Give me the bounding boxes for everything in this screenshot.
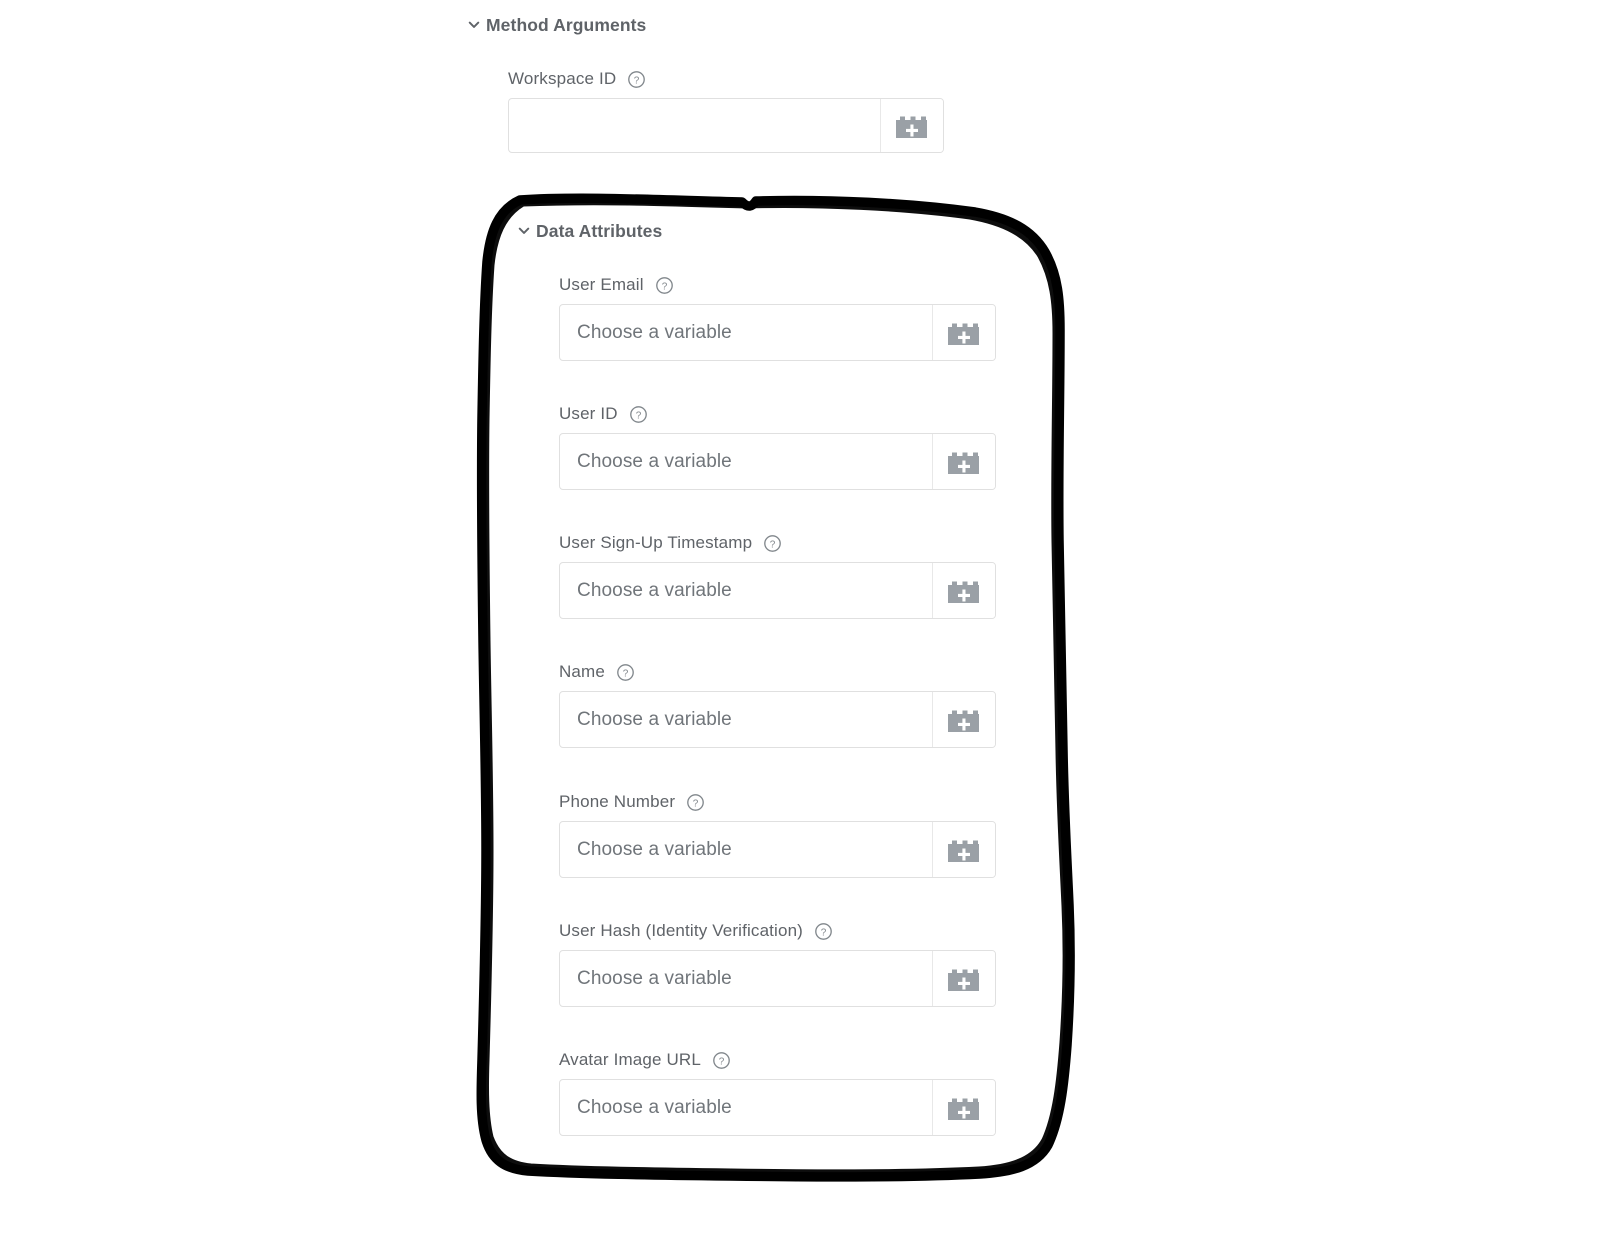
input-user-hash[interactable]: Choose a variable xyxy=(560,951,932,1006)
variable-picker-lego-icon[interactable] xyxy=(932,1080,995,1135)
section-header-data-attributes[interactable]: Data Attributes xyxy=(512,218,662,244)
section-header-method-arguments[interactable]: Method Arguments xyxy=(462,12,646,38)
variable-picker-lego-icon[interactable] xyxy=(932,563,995,618)
field-label-user-hash: User Hash (Identity Verification) xyxy=(559,921,803,940)
svg-text:?: ? xyxy=(693,798,699,809)
input-user-signup-timestamp[interactable]: Choose a variable xyxy=(560,563,932,618)
field-user-id: User ID ? Choose a variable xyxy=(559,403,996,490)
field-label-row-user-hash: User Hash (Identity Verification) ? xyxy=(559,920,996,942)
input-user-id[interactable]: Choose a variable xyxy=(560,434,932,489)
chevron-down-icon[interactable] xyxy=(512,219,536,243)
variable-picker-lego-icon[interactable] xyxy=(932,305,995,360)
field-label-row-user-email: User Email ? xyxy=(559,274,996,296)
section-data-attributes: Data Attributes xyxy=(512,218,662,244)
svg-text:?: ? xyxy=(661,281,667,292)
field-phone-number: Phone Number ? Choose a variable xyxy=(559,791,996,878)
field-name: Name ? Choose a variable xyxy=(559,661,996,748)
input-wrap-user-id[interactable]: Choose a variable xyxy=(559,433,996,490)
svg-text:?: ? xyxy=(821,927,827,938)
input-wrap-user-email[interactable]: Choose a variable xyxy=(559,304,996,361)
variable-picker-lego-icon[interactable] xyxy=(932,434,995,489)
help-circle-icon[interactable]: ? xyxy=(686,793,705,812)
input-wrap-user-hash[interactable]: Choose a variable xyxy=(559,950,996,1007)
input-wrap-user-signup-timestamp[interactable]: Choose a variable xyxy=(559,562,996,619)
input-workspace-id[interactable] xyxy=(509,99,880,152)
field-user-signup-timestamp: User Sign-Up Timestamp ? Choose a variab… xyxy=(559,532,996,619)
input-wrap-phone-number[interactable]: Choose a variable xyxy=(559,821,996,878)
input-wrap-name[interactable]: Choose a variable xyxy=(559,691,996,748)
help-circle-icon[interactable]: ? xyxy=(712,1051,731,1070)
field-label-avatar-image-url: Avatar Image URL xyxy=(559,1050,701,1069)
field-user-hash: User Hash (Identity Verification) ? Choo… xyxy=(559,920,996,1007)
field-label-phone-number: Phone Number xyxy=(559,792,676,811)
input-user-email[interactable]: Choose a variable xyxy=(560,305,932,360)
field-label-user-email: User Email xyxy=(559,275,644,294)
field-label-user-id: User ID xyxy=(559,404,618,423)
variable-picker-lego-icon[interactable] xyxy=(932,822,995,877)
section-title-data-attributes: Data Attributes xyxy=(536,220,663,241)
field-label-row-workspace-id: Workspace ID ? xyxy=(508,68,944,90)
input-wrap-workspace-id[interactable] xyxy=(508,98,944,153)
field-avatar-image-url: Avatar Image URL ? Choose a variable xyxy=(559,1049,996,1136)
help-circle-icon[interactable]: ? xyxy=(616,663,635,682)
field-label-workspace-id: Workspace ID xyxy=(508,69,617,88)
help-circle-icon[interactable]: ? xyxy=(629,405,648,424)
help-circle-icon[interactable]: ? xyxy=(627,70,646,89)
field-label-name: Name xyxy=(559,662,605,681)
field-label-row-name: Name ? xyxy=(559,661,996,683)
variable-picker-lego-icon[interactable] xyxy=(880,99,943,152)
field-label-row-user-signup-timestamp: User Sign-Up Timestamp ? xyxy=(559,532,996,554)
help-circle-icon[interactable]: ? xyxy=(763,534,782,553)
section-title-method-arguments: Method Arguments xyxy=(486,14,647,35)
input-name[interactable]: Choose a variable xyxy=(560,692,932,747)
field-label-row-user-id: User ID ? xyxy=(559,403,996,425)
variable-picker-lego-icon[interactable] xyxy=(932,692,995,747)
svg-text:?: ? xyxy=(623,668,629,679)
help-circle-icon[interactable]: ? xyxy=(655,276,674,295)
variable-picker-lego-icon[interactable] xyxy=(932,951,995,1006)
svg-text:?: ? xyxy=(635,410,641,421)
field-user-email: User Email ? Choose a variable xyxy=(559,274,996,361)
field-label-user-signup-timestamp: User Sign-Up Timestamp xyxy=(559,533,753,552)
field-label-row-phone-number: Phone Number ? xyxy=(559,791,996,813)
field-label-row-avatar-image-url: Avatar Image URL ? xyxy=(559,1049,996,1071)
input-avatar-image-url[interactable]: Choose a variable xyxy=(560,1080,932,1135)
svg-text:?: ? xyxy=(719,1056,725,1067)
section-method-arguments: Method Arguments xyxy=(462,12,646,38)
chevron-down-icon[interactable] xyxy=(462,13,486,37)
field-workspace-id: Workspace ID ? xyxy=(508,68,944,153)
input-wrap-avatar-image-url[interactable]: Choose a variable xyxy=(559,1079,996,1136)
svg-text:?: ? xyxy=(634,75,640,86)
input-phone-number[interactable]: Choose a variable xyxy=(560,822,932,877)
help-circle-icon[interactable]: ? xyxy=(814,922,833,941)
svg-text:?: ? xyxy=(770,539,776,550)
